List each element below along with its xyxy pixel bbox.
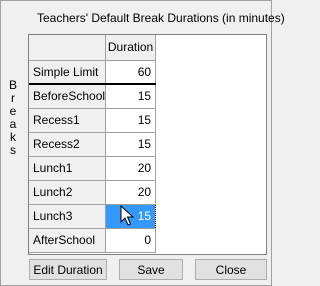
duration-cell[interactable]: 0 (105, 227, 157, 253)
breaks-label-char: s (10, 143, 16, 157)
durations-grid[interactable]: Duration Simple Limit 60 BeforeSchool 15… (28, 34, 267, 255)
table-row[interactable]: BeforeSchool 15 (29, 83, 157, 109)
grid-corner (29, 35, 107, 61)
table-row[interactable]: Recess2 15 (29, 131, 157, 157)
duration-cell[interactable]: 20 (105, 179, 157, 205)
breaks-vertical-label: B r e a k s (7, 79, 19, 157)
save-button[interactable]: Save (119, 259, 183, 280)
column-header-duration[interactable]: Duration (105, 35, 157, 61)
table-row[interactable]: Lunch3 15 (29, 203, 157, 229)
break-durations-window: Teachers' Default Break Durations (in mi… (0, 0, 285, 286)
row-header[interactable]: Lunch3 (29, 203, 107, 229)
row-header[interactable]: Lunch2 (29, 179, 107, 205)
row-header[interactable]: Recess2 (29, 131, 107, 157)
table-row[interactable]: AfterSchool 0 (29, 227, 157, 253)
duration-cell[interactable]: 15 (105, 83, 157, 109)
duration-cell[interactable]: 20 (105, 155, 157, 181)
close-button[interactable]: Close (195, 259, 267, 280)
row-header[interactable]: Lunch1 (29, 155, 107, 181)
row-header[interactable]: BeforeSchool (29, 83, 107, 109)
edit-duration-button[interactable]: Edit Duration (29, 259, 107, 280)
table-row[interactable]: Simple Limit 60 (29, 59, 157, 85)
mouse-pointer-icon (120, 205, 135, 226)
window-title: Teachers' Default Break Durations (in mi… (37, 11, 285, 25)
table-row[interactable]: Lunch1 20 (29, 155, 157, 181)
row-header[interactable]: Simple Limit (29, 59, 107, 85)
duration-cell[interactable]: 15 (105, 131, 157, 157)
table-row[interactable]: Recess1 15 (29, 107, 157, 133)
row-header[interactable]: Recess1 (29, 107, 107, 133)
table-row[interactable]: Lunch2 20 (29, 179, 157, 205)
header-row: Duration (29, 35, 157, 61)
row-header[interactable]: AfterSchool (29, 227, 107, 253)
durations-table: Duration Simple Limit 60 BeforeSchool 15… (29, 35, 157, 253)
duration-cell[interactable]: 60 (105, 59, 157, 85)
duration-cell[interactable]: 15 (105, 107, 157, 133)
